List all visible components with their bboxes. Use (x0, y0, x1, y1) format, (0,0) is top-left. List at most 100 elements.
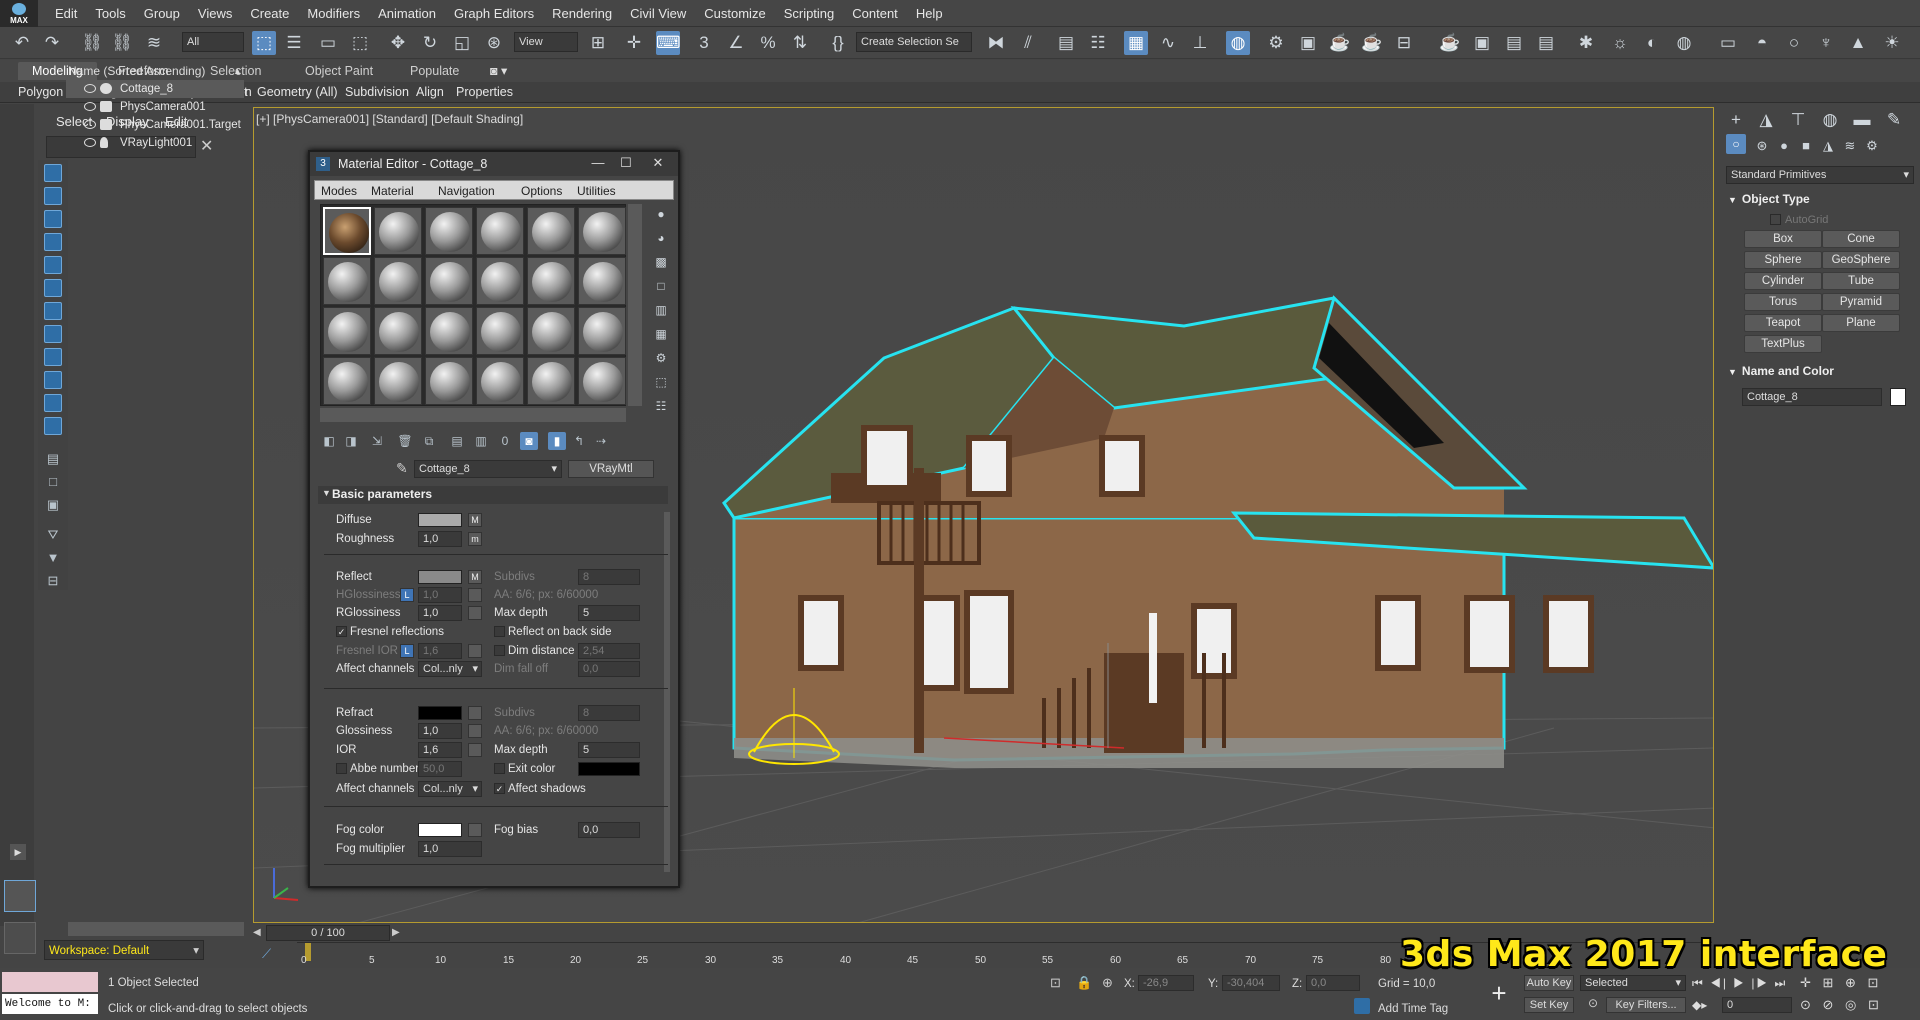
ribbon-subdivision[interactable]: Subdivision (345, 84, 409, 101)
track-bar-toggle-icon[interactable]: ⟋ (262, 946, 292, 962)
minimize-icon[interactable]: — (586, 154, 610, 172)
sample-slot[interactable] (323, 307, 371, 355)
display-cameras-icon[interactable] (44, 233, 62, 251)
primitives-dropdown[interactable]: Standard Primitives ▾ (1726, 166, 1914, 184)
menu-tools[interactable]: Tools (86, 0, 134, 27)
display-bones-icon[interactable] (44, 348, 62, 366)
menu-views[interactable]: Views (189, 0, 241, 27)
fog-color-map-button[interactable] (468, 823, 482, 837)
snaps-toggle-icon[interactable]: 3 (692, 31, 716, 55)
menu-edit[interactable]: Edit (46, 0, 86, 27)
fresnel-ior-lock-button[interactable]: L (400, 644, 414, 658)
sample-slot[interactable] (425, 257, 473, 305)
absolute-transform-icon[interactable]: ⊕ (1102, 975, 1113, 991)
viewport-navigation-bottom[interactable]: ⊙ ⊘ ◎ ⊡ (1800, 997, 1883, 1013)
backlight-icon[interactable]: ◕ (652, 230, 670, 246)
app-logo[interactable]: MAX (0, 0, 38, 27)
frame-step-icon[interactable]: ◆▸ (1692, 998, 1707, 1012)
refract-subdivs-spinner[interactable]: 8 (578, 705, 640, 721)
sample-slot[interactable] (323, 257, 371, 305)
pyramid-button[interactable]: Pyramid (1822, 293, 1900, 311)
ribbon-geometry-all[interactable]: Geometry (All) (257, 84, 338, 101)
create-key-icon[interactable]: + (1484, 978, 1514, 1008)
fog-multiplier-spinner[interactable]: 1,0 (418, 841, 482, 857)
parameters-scrollbar[interactable] (664, 512, 670, 872)
dim-falloff-spinner[interactable]: 0,0 (578, 661, 640, 677)
cottage-model[interactable] (722, 295, 1714, 768)
menu-create[interactable]: Create (241, 0, 298, 27)
menu-animation[interactable]: Animation (369, 0, 445, 27)
named-selection-icon[interactable]: {} (826, 31, 850, 55)
sample-slot-1[interactable] (323, 207, 371, 255)
cameras-category-icon[interactable]: ■ (1794, 134, 1818, 158)
material-type-button[interactable]: VRayMtl (568, 460, 654, 478)
box-button[interactable]: Box (1744, 230, 1822, 248)
scene-column-header[interactable]: Name (Sorted Ascending) ▲ (66, 62, 244, 80)
rglossiness-map-button[interactable] (468, 606, 482, 620)
vray-frame-buffer-icon[interactable]: ▣ (1470, 31, 1494, 55)
utilities-tab-icon[interactable]: ✎ (1882, 108, 1906, 132)
dim-distance-checkbox[interactable] (494, 645, 505, 656)
display-tab-icon[interactable]: ▬ (1850, 108, 1874, 132)
fresnel-checkbox[interactable]: ✓ (336, 626, 347, 637)
quad-viewport-layout-icon[interactable] (4, 922, 36, 954)
select-object-icon[interactable]: ⬚ (252, 31, 276, 55)
sample-slot[interactable] (374, 207, 422, 255)
video-color-check-icon[interactable]: ▥ (652, 302, 670, 318)
window-crossing-icon[interactable]: ⬚ (348, 31, 372, 55)
mirror-icon[interactable]: ⧓ (984, 31, 1008, 55)
menu-content[interactable]: Content (843, 0, 907, 27)
display-containers-icon[interactable] (44, 371, 62, 389)
reflect-map-button[interactable]: M (468, 570, 482, 584)
hglossiness-map-button[interactable] (468, 588, 482, 602)
named-selection-dropdown[interactable]: Create Selection Se (856, 32, 972, 52)
redo-icon[interactable]: ↷ (40, 31, 64, 55)
ribbon-options-icon[interactable]: ◙ ▾ (490, 62, 507, 80)
display-geometry-icon[interactable] (44, 164, 62, 182)
autogrid-checkbox[interactable]: AutoGrid (1770, 212, 1828, 226)
add-time-tag-button[interactable]: Add Time Tag (1378, 1002, 1448, 1016)
sample-slot[interactable] (578, 207, 626, 255)
menu-help[interactable]: Help (907, 0, 952, 27)
make-preview-icon[interactable]: ▦ (652, 326, 670, 342)
mat-menu-utilities[interactable]: Utilities (577, 182, 616, 200)
hglossiness-spinner[interactable]: 1,0 (418, 587, 462, 603)
place-icon[interactable]: ⊛ (482, 31, 506, 55)
single-viewport-layout-icon[interactable] (4, 880, 36, 912)
mat-menu-modes[interactable]: Modes (321, 182, 357, 200)
ior-map-button[interactable] (468, 743, 482, 757)
tab-populate[interactable]: Populate (410, 62, 459, 80)
diffuse-map-button[interactable]: M (468, 513, 482, 527)
curve-editor-icon[interactable]: ∿ (1156, 31, 1180, 55)
material-name-field[interactable]: Cottage_8 ▾ (414, 460, 562, 478)
show-end-result-icon[interactable]: ▮ (548, 432, 566, 450)
rectangular-region-icon[interactable]: ▭ (316, 31, 340, 55)
shapes-category-icon[interactable]: ⊛ (1750, 134, 1774, 158)
visibility-eye-icon[interactable] (84, 84, 96, 93)
scene-row-camera[interactable]: PhysCamera001 (66, 98, 244, 116)
object-type-rollout[interactable]: ▼ Object Type (1728, 192, 1810, 206)
vray-lister-icon[interactable]: ▤ (1534, 31, 1558, 55)
key-filters-button[interactable]: Key Filters... (1606, 997, 1686, 1013)
isolate-selection-icon[interactable]: ⊡ (1050, 975, 1061, 991)
scene-explorer-scrollbar[interactable] (68, 922, 244, 936)
mat-menu-options[interactable]: Options (521, 182, 562, 200)
bind-space-warp-icon[interactable]: ≋ (142, 31, 166, 55)
menu-graph-editors[interactable]: Graph Editors (445, 0, 543, 27)
vray-sun-light-icon[interactable]: ☀ (1880, 31, 1904, 55)
menu-modifiers[interactable]: Modifiers (298, 0, 369, 27)
assign-to-selection-icon[interactable]: ⇲ (368, 432, 386, 450)
playback-controls[interactable]: ⏮ ◀| ▶ |▶ ⏭ (1692, 976, 1787, 991)
key-mode-icon[interactable]: ⊙ (1588, 996, 1598, 1010)
percent-snap-icon[interactable]: % (756, 31, 780, 55)
sample-slot[interactable] (374, 257, 422, 305)
hglossiness-lock-button[interactable]: L (400, 588, 414, 602)
scene-row-vray-light[interactable]: VRayLight001 (66, 134, 244, 152)
put-to-library-icon[interactable]: ▤ (448, 432, 466, 450)
reference-coordinate-dropdown[interactable]: View (514, 32, 578, 52)
dim-distance-spinner[interactable]: 2,54 (578, 643, 640, 659)
glossiness-spinner[interactable]: 1,0 (418, 723, 462, 739)
sample-slot[interactable] (374, 307, 422, 355)
render-production-icon[interactable]: ☕ (1328, 31, 1352, 55)
sample-slot[interactable] (527, 357, 575, 405)
